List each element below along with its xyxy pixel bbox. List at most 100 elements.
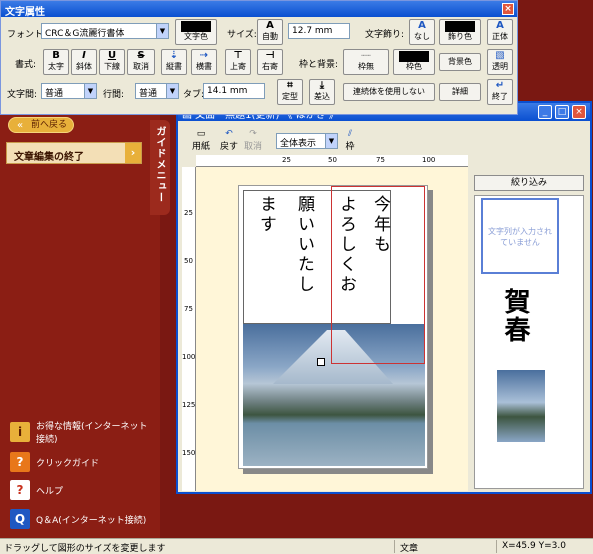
font-value: CRC＆G流麗行書体 [45,29,125,39]
decoration-color-label: 飾り色 [448,32,472,41]
char-spacing-label: 文字間: [7,90,38,100]
zoom-select[interactable]: 全体表示 ▼ [276,133,338,149]
filter-button[interactable]: 絞り込み [474,175,584,191]
status-message: ドラッグして図形のサイズを変更します [4,544,166,554]
fixed-button[interactable]: ⌗ 定型 [277,79,303,105]
panel-titlebar: 文字属性 × [1,1,517,18]
no-frame-button[interactable]: ┄┄ 枠無 [343,49,389,75]
chevron-down-icon: ▼ [166,84,178,98]
auto-label: 自動 [262,32,278,41]
bg-color-button[interactable]: 背景色 [439,53,481,71]
ruler-tick: 50 [184,257,193,265]
link-click-guide[interactable]: ? クリックガイド [10,450,150,474]
char-spacing-select[interactable]: 普通 ▼ [41,83,97,99]
ruler-tick: 100 [182,353,196,361]
italic-button[interactable]: I 斜体 [71,49,97,75]
ruler-tick: 125 [182,401,196,409]
status-divider [394,540,395,553]
vertical-label: 縦書 [166,62,182,71]
end-edit-button[interactable]: 文章編集の終了 › [6,142,142,164]
vertical-writing-icon: ⇣ [169,50,179,61]
selection-frame[interactable] [331,186,425,364]
thumb-empty-text[interactable]: 文字列が入力されていません [481,198,559,274]
resize-handle[interactable] [317,358,325,366]
link-deals-label: お得な情報(インターネット接続) [36,422,148,445]
thumb-greeting[interactable]: 賀春 [500,288,530,344]
upright-icon: A [496,20,504,31]
insert-icon: ⤓ [319,80,325,91]
document-window: 画 文面 無題1(更新) 《 はがき 》 _ □ × ▭ 用紙 ↶ 戻す ↷ 取消 全… [176,101,592,494]
status-divider [496,540,497,553]
link-qa[interactable]: Q Q＆A(インターネット接続) [10,507,150,531]
fixed-label: 定型 [282,92,298,101]
close-button[interactable]: × [572,105,586,119]
cancel-style-button[interactable]: S 取消 [127,49,155,75]
insert-button[interactable]: ⤓ 差込 [309,79,335,105]
align-right-icon: ⊣ [265,50,275,61]
bold-button[interactable]: B 太字 [43,49,69,75]
transparent-label: 透明 [492,62,508,71]
frame-label: 枠 [345,142,355,152]
chevron-right-icon: › [125,143,141,163]
undo-button[interactable]: ↶ 戻す [218,129,240,152]
align-right-button[interactable]: ⊣ 右寄 [257,49,283,75]
finish-button[interactable]: ↵ 終了 [487,79,513,105]
line-spacing-label: 行間: [103,90,125,100]
cancel-label: 取消 [133,62,149,71]
frame-color-button[interactable]: 枠色 [393,49,435,75]
chevron-down-icon: ▼ [84,84,96,98]
link-help[interactable]: ? ヘルプ [10,478,150,502]
postcard-canvas[interactable]: 今年も よろしくお 願いいたし ます [196,167,468,491]
finish-label: 終了 [492,92,508,101]
text-color-button[interactable]: 文字色 [175,19,217,45]
align-top-button[interactable]: ⊤ 上寄 [225,49,251,75]
vertical-writing-button[interactable]: ⇣ 縦書 [161,49,187,75]
minimize-button[interactable]: _ [538,105,552,119]
top-label: 上寄 [230,62,246,71]
underline-button[interactable]: U 下線 [99,49,125,75]
finish-icon: ↵ [495,80,505,91]
guide-menu-tab[interactable]: ガイドメニュー [150,120,170,215]
upright-button[interactable]: A 正体 [487,19,513,45]
decoration-none-button[interactable]: A なし [409,19,435,45]
panel-title: 文字属性 [5,7,45,18]
text-color-swatch [181,21,211,32]
postcard[interactable]: 今年も よろしくお 願いいたし ます [238,185,428,469]
line-spacing-select[interactable]: 普通 ▼ [135,83,179,99]
thumb-photo[interactable] [497,370,545,442]
horizontal-writing-button[interactable]: ⇢ 横書 [191,49,217,75]
none-label: なし [414,32,430,41]
right-label: 右寄 [262,62,278,71]
tab-label: タブ: [183,90,205,100]
paper-label: 用紙 [191,142,210,152]
thumbnail-list[interactable]: 文字列が入力されていません 賀春 [474,195,584,489]
close-icon[interactable]: × [502,3,514,15]
chevron-down-icon: ▼ [325,134,337,148]
detail-button[interactable]: 詳細 [439,83,481,101]
link-deals[interactable]: i お得な情報(インターネット接続) [10,420,150,445]
link-box-select[interactable]: 連続体を使用しない [343,83,435,101]
tab-input[interactable]: 14.1 mm [203,83,265,99]
italic-label: 斜体 [76,62,92,71]
link-help-label: ヘルプ [36,486,64,497]
back-button[interactable]: « 前へ戻る [8,117,74,133]
no-frame-label: 枠無 [358,62,374,71]
text-color-label: 文字色 [184,32,208,41]
auto-size-button[interactable]: A 自動 [257,19,283,45]
link-qa-label: Q＆A(インターネット接続) [36,515,147,526]
redo-button[interactable]: ↷ 取消 [242,129,264,152]
fixed-icon: ⌗ [287,80,293,91]
transparent-button[interactable]: ▧ 透明 [487,49,513,75]
maximize-button[interactable]: □ [555,105,569,119]
frame-bg-label: 枠と背景: [299,60,339,70]
frame-button[interactable]: ⫽ 枠 [342,129,358,152]
italic-icon: I [82,50,86,61]
size-input[interactable]: 12.7 mm [288,23,350,39]
insert-label: 差込 [314,92,330,101]
paper-button[interactable]: ▭ 用紙 [190,129,212,152]
help-icon: ? [10,480,30,500]
bold-label: 太字 [48,62,64,71]
font-select[interactable]: CRC＆G流麗行書体 ▼ [41,23,169,39]
decoration-color-button[interactable]: 飾り色 [439,19,481,45]
redo-icon: ↷ [249,129,257,139]
